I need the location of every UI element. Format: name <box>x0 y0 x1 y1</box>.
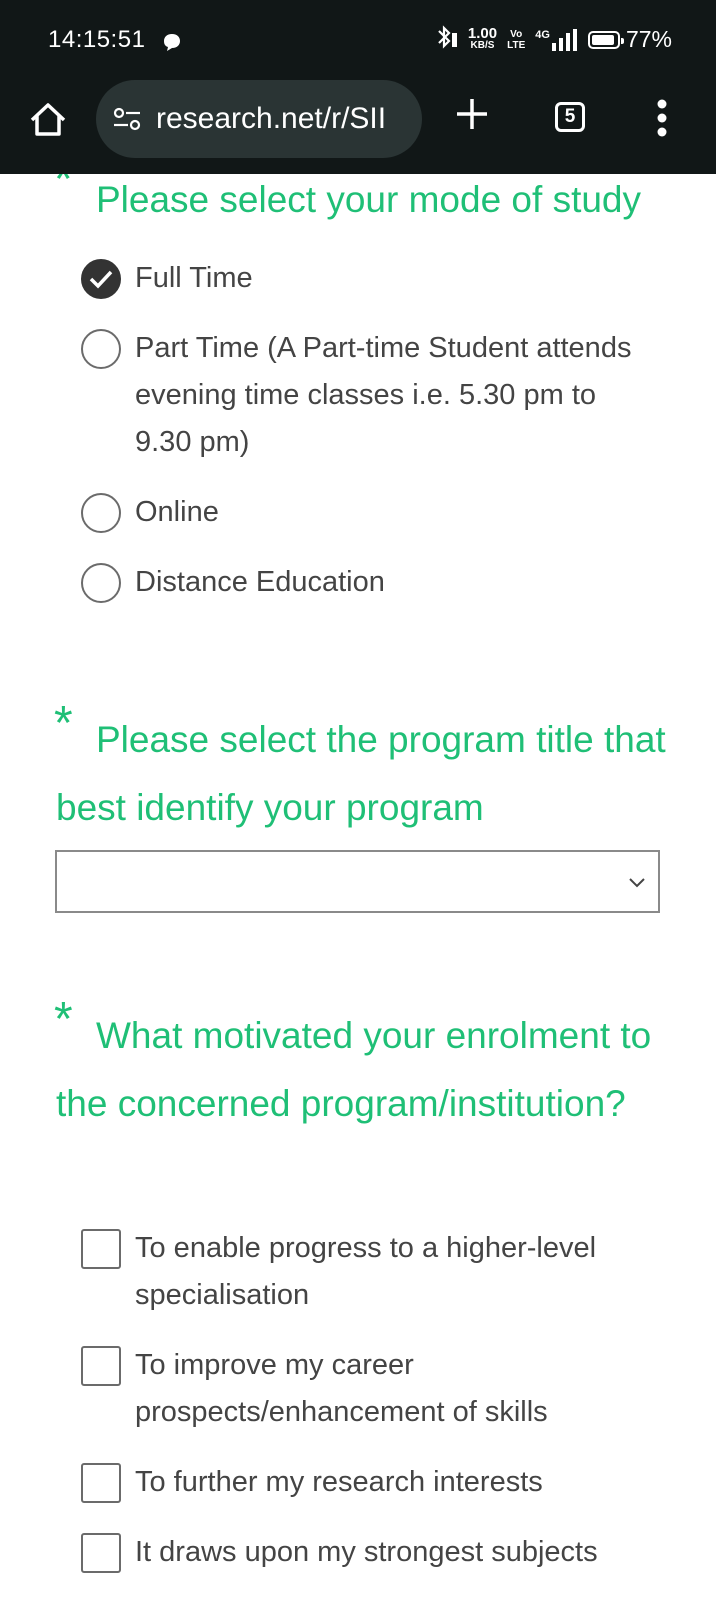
question-title-mode-of-study: Please select your mode of study <box>96 179 642 220</box>
radio-label: Online <box>135 496 219 528</box>
url-text[interactable]: research.net/r/SII <box>156 102 406 136</box>
checkbox-icon[interactable] <box>81 1346 121 1386</box>
battery-percent: 77% <box>625 26 672 52</box>
radio-option-online[interactable]: Online <box>81 493 681 536</box>
tabs-icon[interactable]: 5 <box>555 102 585 132</box>
tab-count: 5 <box>564 106 576 127</box>
radio-option-part-time[interactable]: Part Time (A Part-time Student attends e… <box>81 329 681 466</box>
plus-icon[interactable] <box>452 94 492 134</box>
network-speed: 1.00 KB/S <box>467 24 498 52</box>
browser-toolbar: research.net/r/SII 5 <box>0 80 716 174</box>
radio-icon[interactable] <box>81 329 121 369</box>
network-speed-unit: KB/S <box>470 39 495 51</box>
checkbox-option-higher-level[interactable]: To enable progress to a higher-level spe… <box>81 1229 681 1319</box>
checkbox-option-research[interactable]: To further my research interests <box>81 1463 681 1506</box>
network-type: 4G <box>535 28 550 41</box>
checkbox-label: To enable progress to a higher-level spe… <box>135 1232 597 1311</box>
radio-option-full-time[interactable]: Full Time <box>81 259 681 302</box>
radio-label: Full Time <box>135 262 253 294</box>
radio-label: Part Time (A Part-time Student attends e… <box>135 332 632 458</box>
volte-indicator: Vo LTE <box>507 29 525 51</box>
status-indicators: 1.00 KB/S Vo LTE 4G 77% <box>434 24 672 55</box>
network-speed-value: 1.00 <box>467 24 498 42</box>
status-time: 14:15:51 <box>48 26 146 53</box>
browser-top-bar: 14:15:51 1.00 KB/S Vo LTE 4G 77% researc… <box>0 0 716 174</box>
home-icon[interactable] <box>26 98 70 142</box>
program-select[interactable] <box>55 850 660 913</box>
checkbox-option-strongest-subjects[interactable]: It draws upon my strongest subjects <box>81 1533 681 1576</box>
checkbox-icon[interactable] <box>81 1463 121 1503</box>
chat-bubble-icon <box>162 32 182 57</box>
battery-indicator: 77% <box>587 26 672 53</box>
checkbox-label: To further my research interests <box>135 1466 543 1498</box>
status-bar: 14:15:51 1.00 KB/S Vo LTE 4G 77% <box>0 0 716 80</box>
checkbox-label: To improve my career prospects/enhanceme… <box>135 1349 548 1428</box>
signal-icon: 4G <box>535 28 578 51</box>
volte-bottom: LTE <box>507 39 526 51</box>
checkbox-option-career[interactable]: To improve my career prospects/enhanceme… <box>81 1346 681 1436</box>
site-settings-icon[interactable] <box>112 107 144 131</box>
question-title-motivation: What motivated your enrolment to the con… <box>56 1015 652 1124</box>
chevron-down-icon[interactable] <box>628 876 646 894</box>
volte-top: Vo <box>510 28 523 40</box>
radio-option-distance-education[interactable]: Distance Education <box>81 563 681 606</box>
radio-icon[interactable] <box>81 493 121 533</box>
checkbox-icon[interactable] <box>81 1533 121 1573</box>
radio-label: Distance Education <box>135 566 385 598</box>
question-title-program: Please select the program title that bes… <box>56 719 666 828</box>
checkbox-label: It draws upon my strongest subjects <box>135 1536 598 1568</box>
radio-checked-icon[interactable] <box>81 259 121 299</box>
survey-page: * Please select your mode of study Full … <box>0 174 716 1600</box>
bluetooth-icon <box>434 24 458 55</box>
battery-icon <box>587 30 624 49</box>
radio-icon[interactable] <box>81 563 121 603</box>
address-bar[interactable]: research.net/r/SII <box>96 80 422 158</box>
checkbox-icon[interactable] <box>81 1229 121 1269</box>
more-vert-icon[interactable] <box>654 98 670 138</box>
